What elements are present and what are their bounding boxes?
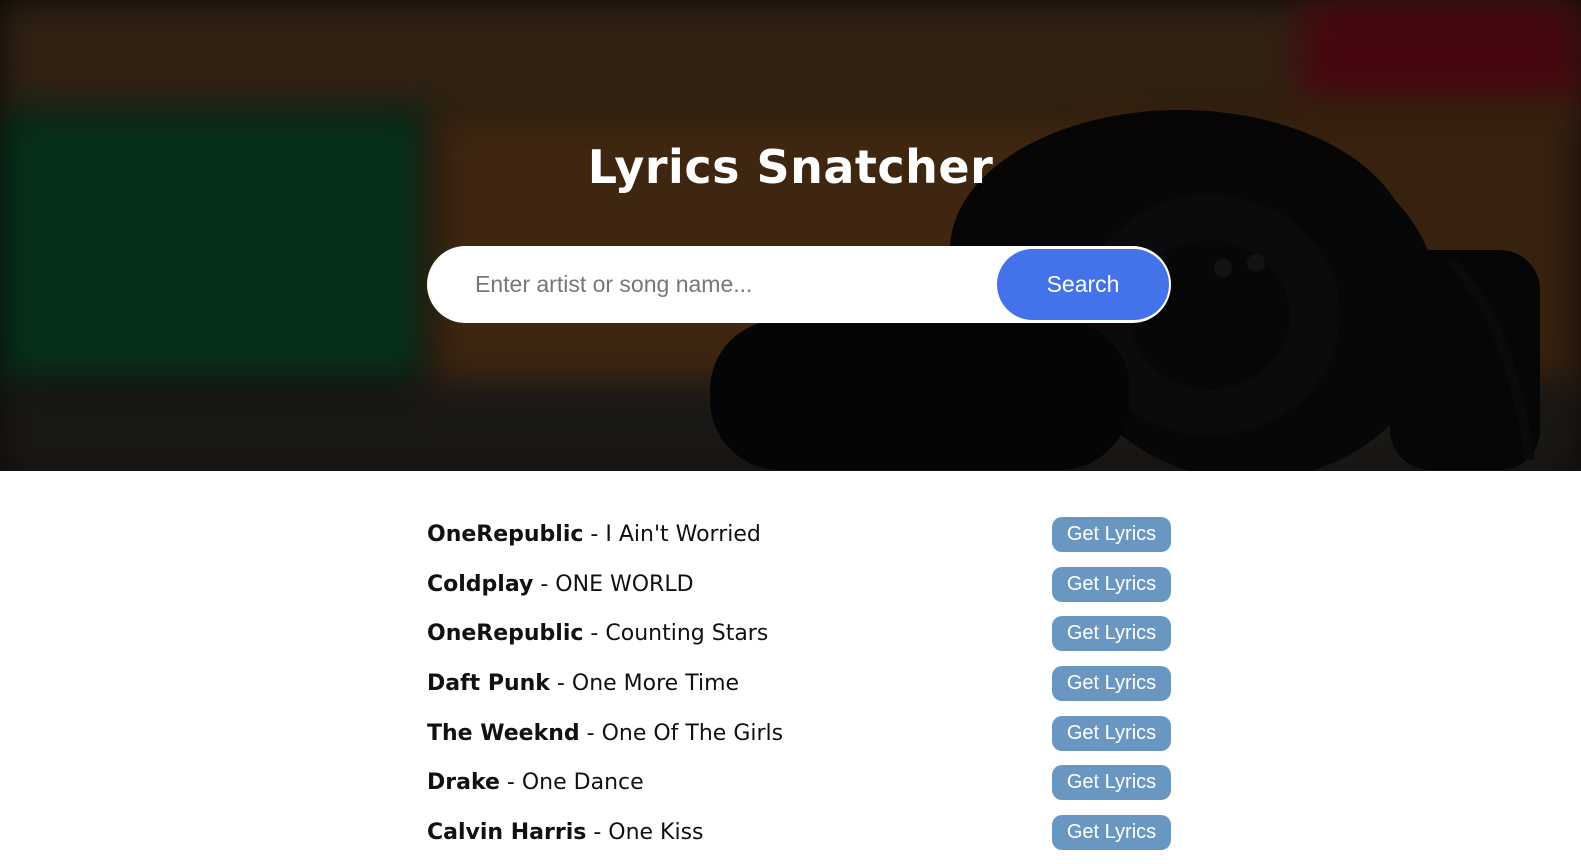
song-text: Calvin Harris - One Kiss bbox=[427, 820, 704, 845]
artist-name: OneRepublic bbox=[427, 621, 584, 647]
separator: - bbox=[583, 522, 606, 548]
song-text: The Weeknd - One Of The Girls bbox=[427, 721, 783, 746]
separator: - bbox=[579, 720, 602, 746]
song-title: One Of The Girls bbox=[601, 720, 784, 746]
search-input[interactable] bbox=[429, 248, 997, 321]
list-item: OneRepublic - I Ain't Worried Get Lyrics bbox=[427, 510, 1171, 560]
get-lyrics-button[interactable]: Get Lyrics bbox=[1052, 814, 1171, 850]
get-lyrics-button[interactable]: Get Lyrics bbox=[1052, 616, 1171, 652]
list-item: OneRepublic - Counting Stars Get Lyrics bbox=[427, 609, 1171, 659]
artist-name: Coldplay bbox=[427, 571, 534, 597]
separator: - bbox=[549, 671, 572, 697]
list-item: Coldplay - ONE WORLD Get Lyrics bbox=[427, 560, 1171, 610]
song-title: One More Time bbox=[571, 671, 740, 697]
results-list: OneRepublic - I Ain't Worried Get Lyrics… bbox=[427, 510, 1171, 857]
list-item: The Weeknd - One Of The Girls Get Lyrics bbox=[427, 708, 1171, 758]
get-lyrics-button[interactable]: Get Lyrics bbox=[1052, 566, 1171, 602]
search-form: Search bbox=[427, 246, 1171, 323]
get-lyrics-button[interactable]: Get Lyrics bbox=[1052, 715, 1171, 751]
artist-name: Calvin Harris bbox=[427, 819, 587, 845]
song-text: Drake - One Dance bbox=[427, 770, 644, 795]
hero-banner: Lyrics Snatcher Search bbox=[0, 0, 1581, 471]
separator: - bbox=[499, 770, 522, 796]
song-text: OneRepublic - Counting Stars bbox=[427, 621, 768, 646]
get-lyrics-button[interactable]: Get Lyrics bbox=[1052, 517, 1171, 553]
song-text: Daft Punk - One More Time bbox=[427, 671, 739, 696]
list-item: Daft Punk - One More Time Get Lyrics bbox=[427, 659, 1171, 709]
song-title: I Ain't Worried bbox=[605, 522, 761, 548]
song-text: OneRepublic - I Ain't Worried bbox=[427, 522, 761, 547]
song-title: One Dance bbox=[521, 770, 644, 796]
page-title: Lyrics Snatcher bbox=[587, 140, 994, 194]
hero-overlay bbox=[0, 0, 1581, 471]
get-lyrics-button[interactable]: Get Lyrics bbox=[1052, 666, 1171, 702]
separator: - bbox=[583, 621, 606, 647]
artist-name: Drake bbox=[427, 770, 500, 796]
song-title: One Kiss bbox=[608, 819, 704, 845]
artist-name: OneRepublic bbox=[427, 522, 584, 548]
get-lyrics-button[interactable]: Get Lyrics bbox=[1052, 765, 1171, 801]
separator: - bbox=[586, 819, 609, 845]
list-item: Calvin Harris - One Kiss Get Lyrics bbox=[427, 808, 1171, 858]
separator: - bbox=[533, 571, 556, 597]
search-button[interactable]: Search bbox=[997, 249, 1169, 320]
song-title: Counting Stars bbox=[605, 621, 769, 647]
artist-name: The Weeknd bbox=[427, 720, 580, 746]
artist-name: Daft Punk bbox=[427, 671, 550, 697]
song-text: Coldplay - ONE WORLD bbox=[427, 572, 694, 597]
list-item: Drake - One Dance Get Lyrics bbox=[427, 758, 1171, 808]
song-title: ONE WORLD bbox=[555, 571, 694, 597]
